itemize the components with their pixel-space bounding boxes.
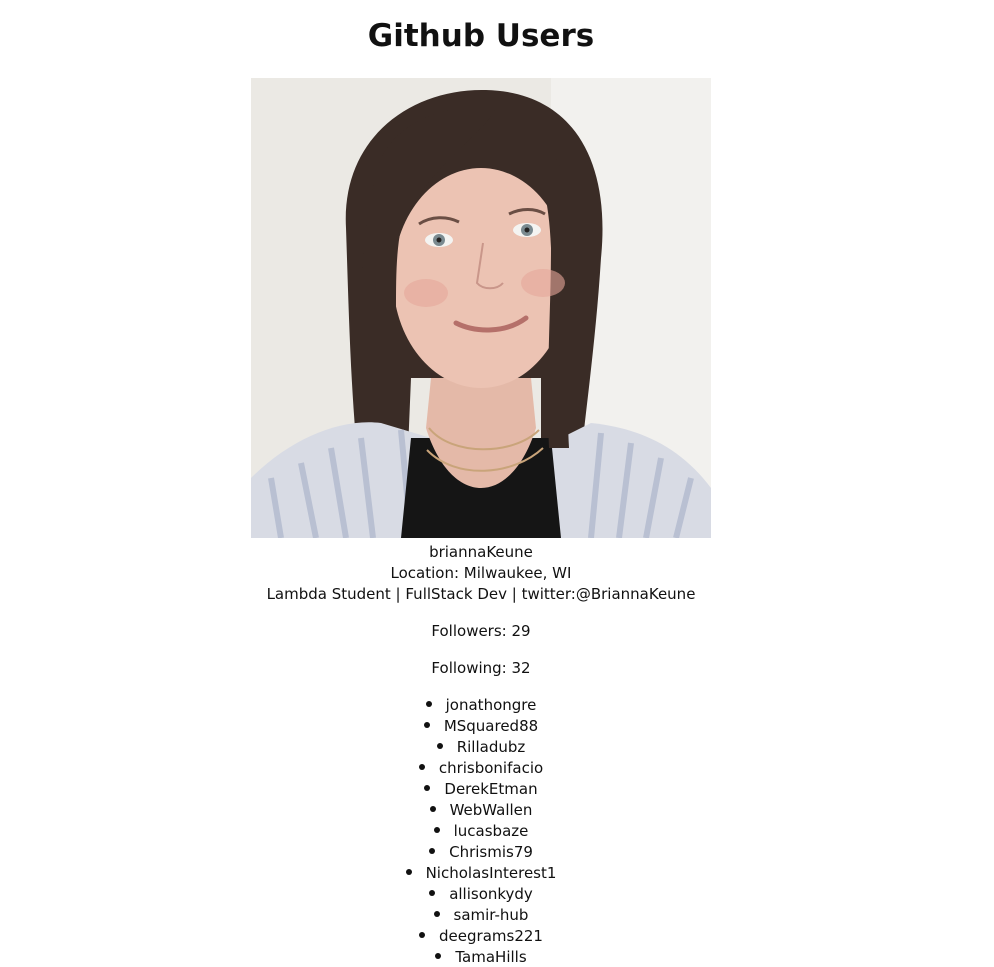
follower-login: MSquared88 xyxy=(443,717,539,735)
bullet-icon xyxy=(418,763,425,770)
list-item: DerekEtman xyxy=(0,779,962,800)
list-item: jonathongre xyxy=(0,695,962,716)
bullet-icon xyxy=(429,805,436,812)
bullet-icon xyxy=(423,721,430,728)
follower-list: jonathongre MSquared88 Rilladubz chrisbo… xyxy=(0,695,962,967)
user-location: Location: Milwaukee, WI xyxy=(390,564,572,582)
list-item: deegrams221 xyxy=(0,926,962,947)
list-item: MSquared88 xyxy=(0,716,962,737)
list-item: lucasbaze xyxy=(0,821,962,842)
follower-login: jonathongre xyxy=(445,696,537,714)
bullet-icon xyxy=(405,868,412,875)
list-item: samir-hub xyxy=(0,905,962,926)
list-item: chrisbonifacio xyxy=(0,758,962,779)
bullet-icon xyxy=(429,889,436,896)
user-login: briannaKeune xyxy=(429,543,533,561)
page: Github Users briannaKeune Location: Milw… xyxy=(0,0,994,967)
list-item: WebWallen xyxy=(0,800,962,821)
followers-count: Followers: 29 xyxy=(431,622,531,640)
list-item: TamaHills xyxy=(0,947,962,967)
follower-login: samir-hub xyxy=(453,906,529,924)
bullet-icon xyxy=(429,847,436,854)
follower-login: lucasbaze xyxy=(453,822,529,840)
follower-login: DerekEtman xyxy=(444,780,538,798)
bullet-icon xyxy=(419,931,426,938)
bullet-icon xyxy=(424,784,431,791)
follower-login: NicholasInterest1 xyxy=(425,864,557,882)
follower-login: Rilladubz xyxy=(456,738,526,756)
bullet-icon xyxy=(435,952,442,959)
page-title: Github Users xyxy=(367,18,595,54)
list-item: Chrismis79 xyxy=(0,842,962,863)
following-count: Following: 32 xyxy=(431,659,531,677)
user-bio: Lambda Student | FullStack Dev | twitter… xyxy=(266,585,696,603)
follower-login: chrisbonifacio xyxy=(438,759,544,777)
list-item: Rilladubz xyxy=(0,737,962,758)
follower-login: TamaHills xyxy=(455,948,527,966)
list-item: allisonkydy xyxy=(0,884,962,905)
list-item: NicholasInterest1 xyxy=(0,863,962,884)
avatar xyxy=(251,78,711,538)
bullet-icon xyxy=(433,910,440,917)
follower-login: Chrismis79 xyxy=(449,843,533,861)
user-info: briannaKeune Location: Milwaukee, WI Lam… xyxy=(0,542,962,967)
avatar-photo xyxy=(251,78,711,538)
follower-login: WebWallen xyxy=(449,801,533,819)
bullet-icon xyxy=(433,826,440,833)
bullet-icon xyxy=(436,742,443,749)
bullet-icon xyxy=(425,700,432,707)
follower-login: deegrams221 xyxy=(439,927,543,945)
follower-login: allisonkydy xyxy=(449,885,533,903)
